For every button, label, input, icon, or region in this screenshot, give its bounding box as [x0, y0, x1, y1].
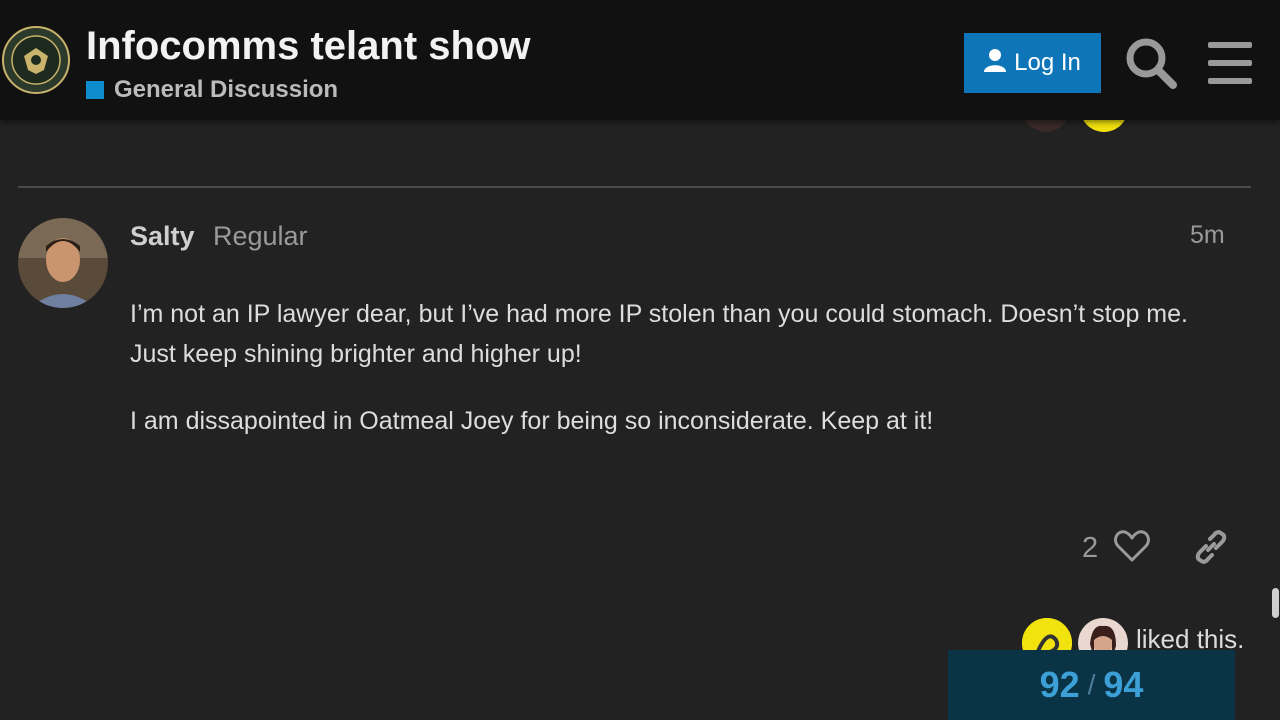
- topic-title[interactable]: Infocomms telant show: [86, 24, 531, 69]
- category-badge[interactable]: General Discussion: [86, 76, 338, 104]
- like-button[interactable]: [1114, 530, 1152, 564]
- avatar[interactable]: [18, 218, 108, 308]
- post-user-title: Regular: [213, 221, 308, 251]
- site-logo[interactable]: [2, 26, 70, 94]
- progress-separator: /: [1087, 669, 1096, 700]
- post-divider: [18, 186, 1251, 188]
- link-icon: [1192, 530, 1230, 570]
- like-count[interactable]: 2: [1082, 532, 1098, 565]
- hamburger-menu-icon: [1206, 42, 1256, 90]
- progress-total: 94: [1103, 664, 1144, 705]
- login-button[interactable]: Log In: [964, 33, 1101, 93]
- post-content: I’m not an IP lawyer dear, but I’ve had …: [130, 294, 1230, 468]
- category-label: General Discussion: [114, 76, 339, 103]
- site-header: Infocomms telant show General Discussion…: [0, 0, 1280, 120]
- share-link-button[interactable]: [1192, 528, 1230, 566]
- hamburger-menu-button[interactable]: [1206, 40, 1256, 86]
- post-paragraph: I am dissapointed in Oatmeal Joey for be…: [130, 407, 934, 435]
- scrollbar-thumb[interactable]: [1272, 588, 1279, 618]
- post-paragraph: I’m not an IP lawyer dear, but I’ve had …: [130, 300, 1188, 368]
- post-timestamp[interactable]: 5m: [1190, 221, 1225, 250]
- topic-progress-indicator[interactable]: 92 / 94: [948, 650, 1235, 720]
- user-icon: [984, 48, 1014, 79]
- search-icon: [1124, 38, 1178, 94]
- search-button[interactable]: [1124, 36, 1178, 90]
- progress-current: 92: [1039, 664, 1080, 705]
- post-username[interactable]: Salty: [130, 221, 195, 252]
- heart-icon: [1114, 530, 1150, 566]
- category-color-square: [86, 81, 104, 99]
- login-label: Log In: [1014, 49, 1081, 76]
